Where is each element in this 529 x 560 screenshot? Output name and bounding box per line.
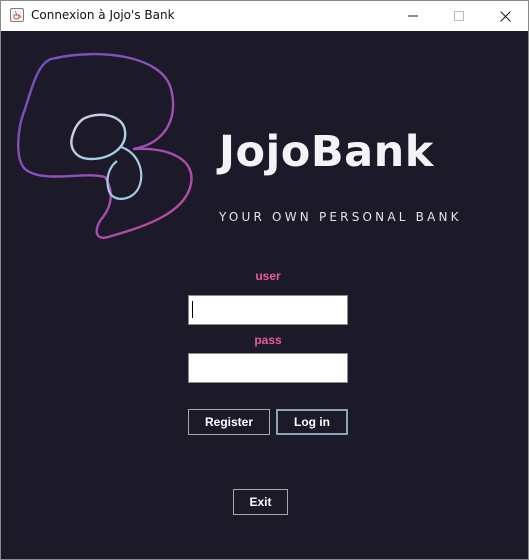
text-caret (192, 301, 193, 318)
login-window: Connexion à Jojo's Bank JojoBank YOUR OW… (0, 0, 529, 560)
brand-tagline: YOUR OWN PERSONAL BANK (219, 210, 462, 224)
register-button[interactable]: Register (188, 409, 270, 435)
user-input[interactable] (188, 295, 348, 325)
brand-logo-scribble-icon (17, 52, 193, 239)
minimize-icon (408, 15, 418, 17)
maximize-button[interactable] (436, 1, 482, 31)
brand-name: JojoBank (219, 127, 434, 177)
exit-button[interactable]: Exit (233, 489, 288, 515)
pass-label: pass (254, 333, 282, 347)
user-label: user (255, 269, 281, 283)
window-title: Connexion à Jojo's Bank (31, 8, 175, 22)
maximize-icon (454, 11, 464, 21)
close-button[interactable] (482, 1, 528, 31)
login-button[interactable]: Log in (276, 409, 348, 435)
minimize-button[interactable] (390, 1, 436, 31)
login-panel: JojoBank YOUR OWN PERSONAL BANK user pas… (1, 31, 528, 559)
pass-input[interactable] (188, 353, 348, 383)
title-bar[interactable]: Connexion à Jojo's Bank (1, 1, 528, 31)
close-icon (499, 10, 511, 22)
java-cup-icon (10, 8, 24, 22)
